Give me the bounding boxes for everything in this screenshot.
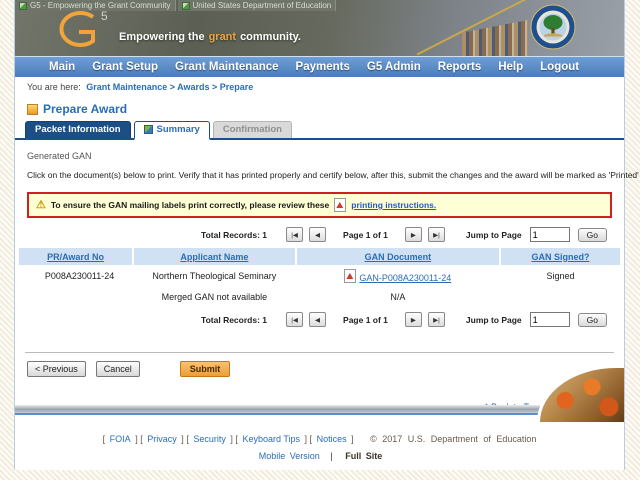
table-row: Merged GAN not available N/A bbox=[19, 287, 620, 307]
tab-confirmation[interactable]: Confirmation bbox=[212, 121, 292, 138]
total-records-label: Total Records: bbox=[201, 314, 260, 325]
pdf-icon[interactable] bbox=[334, 198, 347, 212]
nav-item-reports[interactable]: Reports bbox=[438, 61, 481, 73]
main-nav-bar: Main Grant Setup Grant Maintenance Payme… bbox=[15, 56, 624, 77]
tab-summary[interactable]: Summary bbox=[133, 121, 210, 140]
department-of-education-seal-icon bbox=[530, 4, 576, 50]
summary-tab-icon bbox=[143, 125, 153, 134]
banner-title-ed: United States Department of Education bbox=[177, 0, 337, 11]
copyright-text: © 2017 U.S. Department of Education bbox=[370, 434, 537, 444]
last-page-button[interactable]: ▶| bbox=[427, 227, 445, 242]
breadcrumb: You are here: Grant Maintenance > Awards… bbox=[15, 77, 624, 96]
breadcrumb-path[interactable]: Grant Maintenance > Awards > Prepare bbox=[86, 82, 253, 92]
tab-bar: Packet Information Summary Confirmation bbox=[15, 121, 624, 140]
gan-document-link[interactable]: GAN-P008A230011-24 bbox=[359, 273, 451, 283]
footer-link-notices[interactable]: Notices bbox=[317, 434, 347, 444]
footer-link-privacy[interactable]: Privacy bbox=[147, 434, 177, 444]
banner-tagline: Empowering the grant community. bbox=[119, 31, 301, 43]
section-label: Generated GAN bbox=[27, 151, 92, 161]
page-icon bbox=[19, 1, 27, 10]
total-records-label: Total Records: bbox=[201, 229, 260, 240]
header-banner: G5 - Empowering the Grant Community Unit… bbox=[15, 0, 624, 56]
nav-item-help[interactable]: Help bbox=[498, 61, 523, 73]
total-records-value: 1 bbox=[262, 229, 268, 240]
pdf-icon[interactable] bbox=[344, 269, 357, 283]
prepare-award-icon bbox=[27, 103, 38, 115]
cancel-button[interactable]: Cancel bbox=[95, 361, 140, 377]
printing-instructions-link[interactable]: printing instructions. bbox=[351, 200, 436, 210]
page-indicator: Page 1 of 1 bbox=[343, 229, 388, 240]
previous-page-button[interactable]: ◀ bbox=[309, 227, 327, 242]
column-header-applicant-name[interactable]: Applicant Name bbox=[134, 248, 295, 265]
gan-document-cell: N/A bbox=[390, 292, 406, 302]
go-button[interactable]: Go bbox=[577, 227, 607, 242]
total-records-value: 1 bbox=[262, 314, 268, 325]
page-title: Prepare Award bbox=[43, 102, 128, 116]
previous-button[interactable]: < Previous bbox=[27, 361, 86, 377]
gan-signed-cell bbox=[501, 287, 620, 307]
submit-button[interactable]: Submit bbox=[179, 361, 231, 377]
instructions-text: Click on the document(s) below to print.… bbox=[27, 170, 639, 180]
footer-metal-bar bbox=[15, 405, 624, 415]
jump-to-page-label: Jump to Page bbox=[465, 229, 522, 240]
previous-page-button[interactable]: ◀ bbox=[309, 312, 327, 327]
g5-application-window: G5 - Empowering the Grant Community Unit… bbox=[14, 0, 639, 470]
footer: [ FOIA ] [ Privacy ] [ Security ] [ Keyb… bbox=[15, 434, 624, 461]
action-button-row: < Previous Cancel Submit bbox=[27, 361, 624, 377]
page-icon bbox=[181, 1, 190, 10]
g5-logo-icon bbox=[59, 11, 95, 47]
pagination-top: Total Records: 1 |◀ ◀ Page 1 of 1 ▶ ▶| J… bbox=[15, 227, 607, 242]
nav-item-logout[interactable]: Logout bbox=[540, 61, 579, 73]
nav-item-grant-setup[interactable]: Grant Setup bbox=[92, 61, 158, 73]
mobile-version-link[interactable]: Mobile Version bbox=[259, 451, 320, 461]
award-no-cell bbox=[19, 287, 132, 307]
gan-table: PR/Award No Applicant Name GAN Document … bbox=[17, 247, 622, 308]
nav-item-payments[interactable]: Payments bbox=[296, 61, 350, 73]
column-header-pr-award-no[interactable]: PR/Award No bbox=[19, 248, 133, 265]
g5-logo-numeral: 5 bbox=[101, 9, 108, 23]
footer-link-security[interactable]: Security bbox=[193, 434, 226, 444]
banner-title-g5: G5 - Empowering the Grant Community bbox=[15, 0, 176, 11]
next-page-button[interactable]: ▶ bbox=[404, 312, 422, 327]
column-header-gan-document[interactable]: GAN Document bbox=[296, 248, 499, 265]
page-indicator: Page 1 of 1 bbox=[343, 314, 388, 325]
warning-triangle-icon: ⚠ bbox=[36, 198, 46, 211]
jump-to-page-label: Jump to Page bbox=[465, 314, 522, 325]
tab-summary-label: Summary bbox=[156, 124, 200, 135]
applicant-name-cell: Merged GAN not available bbox=[161, 292, 268, 302]
table-header-row: PR/Award No Applicant Name GAN Document … bbox=[19, 248, 620, 265]
pagination-bottom: Total Records: 1 |◀ ◀ Page 1 of 1 ▶ ▶| J… bbox=[15, 312, 607, 327]
gan-document-cell: GAN-P008A230011-24 bbox=[297, 266, 499, 286]
go-button[interactable]: Go bbox=[577, 312, 607, 327]
first-page-button[interactable]: |◀ bbox=[286, 312, 304, 327]
page-title-row: Prepare Award bbox=[27, 102, 624, 116]
gan-signed-cell: Signed bbox=[546, 271, 575, 281]
footer-link-foia[interactable]: FOIA bbox=[110, 434, 131, 444]
footer-version-row: Mobile Version | Full Site bbox=[15, 451, 624, 461]
applicant-name-cell: Northern Theological Seminary bbox=[152, 271, 277, 281]
warning-text: To ensure the GAN mailing labels print c… bbox=[50, 200, 330, 210]
jump-to-page-input[interactable] bbox=[529, 312, 570, 327]
nav-item-g5-admin[interactable]: G5 Admin bbox=[367, 61, 421, 73]
column-header-gan-signed[interactable]: GAN Signed? bbox=[500, 248, 620, 265]
banner-title-g5-label: G5 - Empowering the Grant Community bbox=[30, 1, 171, 10]
nav-item-grant-maintenance[interactable]: Grant Maintenance bbox=[175, 61, 279, 73]
nav-item-main[interactable]: Main bbox=[49, 61, 75, 73]
divider bbox=[25, 352, 614, 353]
warning-box: ⚠ To ensure the GAN mailing labels print… bbox=[27, 192, 612, 218]
breadcrumb-prefix: You are here: bbox=[27, 82, 81, 92]
award-no-cell: P008A230011-24 bbox=[44, 271, 115, 281]
footer-separator: | bbox=[330, 451, 333, 461]
banner-title-strip: G5 - Empowering the Grant Community Unit… bbox=[15, 0, 337, 11]
tab-packet-information[interactable]: Packet Information bbox=[25, 121, 131, 138]
banner-title-ed-label: United States Department of Education bbox=[192, 1, 332, 10]
jump-to-page-input[interactable] bbox=[529, 227, 570, 242]
footer-links-row: [ FOIA ] [ Privacy ] [ Security ] [ Keyb… bbox=[102, 434, 537, 444]
last-page-button[interactable]: ▶| bbox=[427, 312, 445, 327]
footer-link-keyboard-tips[interactable]: Keyboard Tips bbox=[242, 434, 300, 444]
first-page-button[interactable]: |◀ bbox=[286, 227, 304, 242]
table-row: P008A230011-24 Northern Theological Semi… bbox=[19, 266, 620, 286]
full-site-link[interactable]: Full Site bbox=[345, 451, 382, 461]
next-page-button[interactable]: ▶ bbox=[404, 227, 422, 242]
